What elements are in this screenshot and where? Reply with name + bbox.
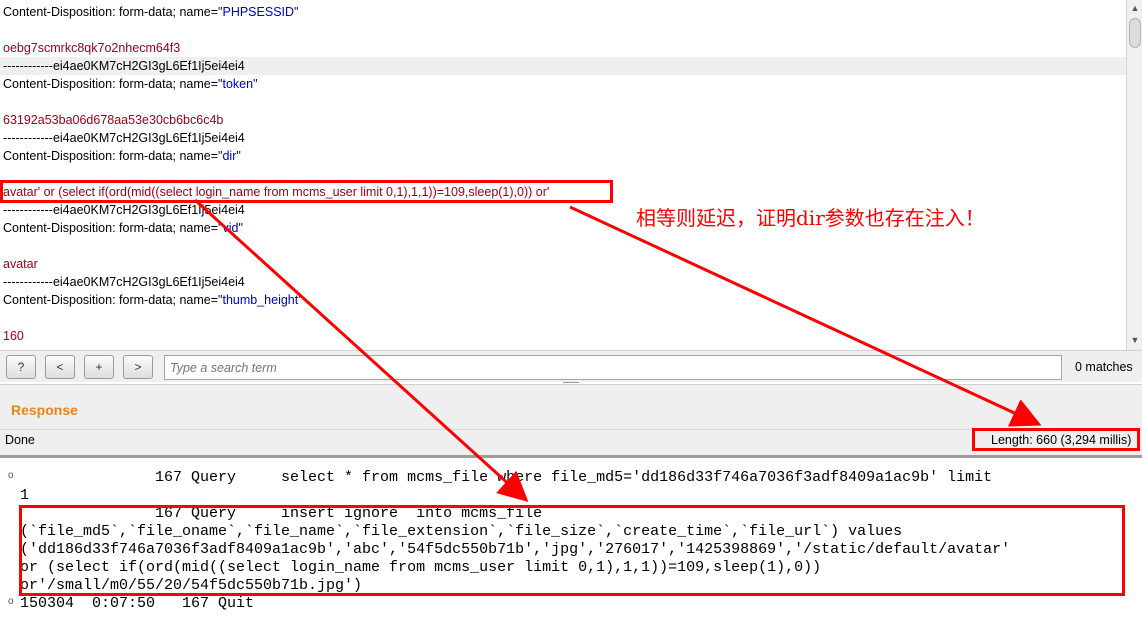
log-line: 150304 0:07:50 167 Quit [20, 595, 255, 612]
annotation-text: 相等则延迟，证明dir参数也存在注入！ [636, 206, 985, 230]
log-line: 167 Query select * from mcms_file where … [20, 469, 993, 486]
length-highlight-box [972, 428, 1140, 451]
request-line: avatar [3, 257, 38, 271]
request-scrollbar[interactable]: ▲ ▼ [1126, 0, 1142, 350]
request-line: oebg7scmrkc8qk7o2nhecm64f3 [3, 41, 181, 55]
scroll-down-icon[interactable]: ▼ [1127, 332, 1142, 348]
search-bar: ? < + > 0 matches [0, 350, 1142, 382]
log-line: 1 [20, 487, 30, 504]
search-input[interactable] [164, 355, 1062, 380]
request-editor[interactable]: Content-Disposition: form-data; name="PH… [0, 0, 1142, 350]
payload-highlight-box [0, 180, 613, 203]
request-line: Content-Disposition: form-data; name="PH… [3, 5, 299, 19]
status-text: Done [5, 433, 35, 447]
status-bar: Done Length: 660 (3,294 millis) [0, 429, 1142, 455]
request-line: Content-Disposition: form-data; name="th… [3, 293, 303, 307]
request-line: 63192a53ba06d678aa53e30cb6bc6c4b [3, 113, 224, 127]
request-line: ------------ei4ae0KM7cH2GI3gL6Ef1Ij5ei4e… [3, 131, 245, 145]
request-line: Content-Disposition: form-data; name="di… [3, 149, 241, 163]
scroll-up-icon[interactable]: ▲ [1127, 0, 1142, 16]
request-line: Content-Disposition: form-data; name="to… [3, 77, 258, 91]
request-line: ------------ei4ae0KM7cH2GI3gL6Ef1Ij5ei4e… [3, 203, 245, 217]
gutter-marker: o [8, 596, 14, 607]
next-match-button[interactable]: > [123, 355, 153, 379]
log-highlight-box [19, 505, 1125, 596]
request-line: 160 [3, 329, 24, 343]
match-count: 0 matches [1075, 360, 1133, 374]
request-line: Content-Disposition: form-data; name="vi… [3, 221, 243, 235]
help-button[interactable]: ? [6, 355, 36, 379]
request-line: ------------ei4ae0KM7cH2GI3gL6Ef1Ij5ei4e… [3, 275, 245, 289]
response-title: Response [11, 402, 78, 418]
gutter-marker: o [8, 470, 14, 481]
previous-match-button[interactable]: < [45, 355, 75, 379]
request-line: ------------ei4ae0KM7cH2GI3gL6Ef1Ij5ei4e… [0, 57, 1126, 75]
scroll-thumb[interactable] [1129, 18, 1141, 48]
add-button[interactable]: + [84, 355, 114, 379]
